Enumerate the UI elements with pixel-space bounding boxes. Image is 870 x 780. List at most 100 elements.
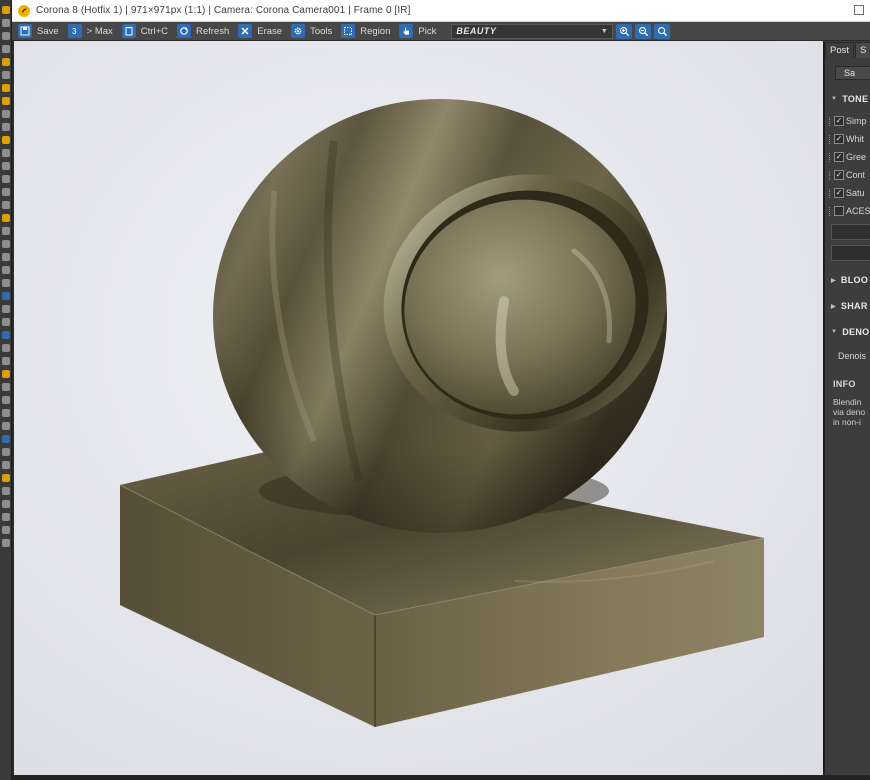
zoom-fit-button[interactable] <box>654 23 671 39</box>
snap-tool-icon[interactable] <box>1 175 10 183</box>
curve-editor-icon[interactable] <box>1 253 10 261</box>
align-tool-icon[interactable] <box>1 201 10 209</box>
orbit-icon[interactable] <box>1 409 10 417</box>
render-pass-dropdown[interactable]: BEAUTY ▼ <box>451 23 614 39</box>
tone-option-row[interactable]: ✓ Simp <box>829 112 870 130</box>
layer-icon[interactable] <box>1 279 10 287</box>
erase-button[interactable]: Erase <box>236 23 287 40</box>
helper-tool-icon[interactable] <box>1 84 10 92</box>
motion-tool-icon[interactable] <box>1 45 10 53</box>
drag-handle-icon[interactable] <box>829 134 832 144</box>
copy-clipboard-label: Ctrl+C <box>140 25 168 37</box>
tone-operator-field[interactable] <box>831 245 870 261</box>
save-preset-button[interactable]: Sa <box>835 66 870 80</box>
hand-pointer-icon <box>399 24 414 38</box>
refresh-label: Refresh <box>195 25 230 37</box>
info-line: via deno <box>833 407 866 417</box>
populate-icon[interactable] <box>1 357 10 365</box>
system-tool-icon[interactable] <box>1 110 10 118</box>
field-of-view-icon[interactable] <box>1 448 10 456</box>
tone-mapping-header[interactable]: ▼ TONE <box>831 92 870 106</box>
denoising-header[interactable]: ▼ DENO <box>831 325 870 339</box>
graphite-icon[interactable] <box>1 305 10 313</box>
save-button[interactable]: Save <box>16 23 64 40</box>
region-button[interactable]: Region <box>339 23 395 40</box>
scale-tool-icon[interactable] <box>1 162 10 170</box>
end-icon[interactable] <box>1 526 10 534</box>
triangle-down-icon: ▼ <box>831 329 838 335</box>
rendered-image <box>14 41 823 775</box>
drag-handle-icon[interactable] <box>829 152 832 162</box>
tone-operator-field[interactable] <box>831 224 870 240</box>
render-frame-icon[interactable] <box>1 240 10 248</box>
tone-option-row[interactable]: ACES <box>829 202 870 220</box>
mirror-tool-icon[interactable] <box>1 188 10 196</box>
tone-option-row[interactable]: ✓ Whit <box>829 130 870 148</box>
sharpen-blur-header[interactable]: ▶ SHAR <box>831 299 870 313</box>
drag-handle-icon[interactable] <box>829 116 832 126</box>
drag-handle-icon[interactable] <box>829 206 832 216</box>
pick-button[interactable]: Pick <box>397 23 441 40</box>
floppy-disk-icon <box>18 24 32 38</box>
modify-tool-icon[interactable] <box>1 19 10 27</box>
tone-option-row[interactable]: ✓ Cont <box>829 166 870 184</box>
drag-handle-icon[interactable] <box>829 170 832 180</box>
tone-option-row[interactable]: ✓ Satu <box>829 184 870 202</box>
vfb-title-bar: Corona 8 (Hotfix 1) | 971×971px (1:1) | … <box>12 0 870 22</box>
tab-post[interactable]: Post <box>825 42 855 58</box>
object-paint-icon[interactable] <box>1 344 10 352</box>
tone-option-row[interactable]: ✓ Gree <box>829 148 870 166</box>
time-config-icon[interactable] <box>1 383 10 391</box>
selection-icon[interactable] <box>1 331 10 339</box>
checkbox-checked[interactable]: ✓ <box>834 188 844 198</box>
autokey-icon[interactable] <box>1 474 10 482</box>
panel-tabs: Post S <box>825 42 870 58</box>
info-text-block: Blendin via deno in non-i <box>825 397 870 427</box>
copy-clipboard-button[interactable]: Ctrl+C <box>120 23 173 40</box>
select-tool-icon[interactable] <box>1 123 10 131</box>
zoom-extents-icon[interactable] <box>1 435 10 443</box>
keyframe-icon[interactable] <box>1 370 10 378</box>
info-line: in non-i <box>833 417 861 427</box>
checkbox-unchecked[interactable] <box>834 206 844 216</box>
tone-option-label: Gree <box>846 152 867 162</box>
maximize-window-button[interactable] <box>854 5 864 15</box>
checkbox-checked[interactable]: ✓ <box>834 152 844 162</box>
max-command-strip <box>0 0 12 780</box>
camera-tool-icon[interactable] <box>1 71 10 79</box>
render-viewport[interactable] <box>14 41 824 775</box>
play-icon[interactable] <box>1 500 10 508</box>
maximize-viewport-icon[interactable] <box>1 461 10 469</box>
isolate-icon[interactable] <box>1 539 10 547</box>
refresh-button[interactable]: Refresh <box>175 23 234 40</box>
bloom-glare-header[interactable]: ▶ BLOO <box>831 273 870 287</box>
render-setup-icon[interactable] <box>1 227 10 235</box>
setkey-icon[interactable] <box>1 487 10 495</box>
checkbox-checked[interactable]: ✓ <box>834 170 844 180</box>
material-tool-icon[interactable] <box>1 214 10 222</box>
freeform-icon[interactable] <box>1 318 10 326</box>
checkbox-checked[interactable]: ✓ <box>834 116 844 126</box>
drag-handle-icon[interactable] <box>829 188 832 198</box>
spacewarp-tool-icon[interactable] <box>1 97 10 105</box>
schematic-icon[interactable] <box>1 266 10 274</box>
move-tool-icon[interactable] <box>1 136 10 144</box>
viewport-nav-icon[interactable] <box>1 396 10 404</box>
checkbox-checked[interactable]: ✓ <box>834 134 844 144</box>
tools-button[interactable]: Tools <box>289 23 337 40</box>
next-frame-icon[interactable] <box>1 513 10 521</box>
vfb-toolbar: Save 3 > Max Ctrl+C Refresh Erase Tools <box>12 22 870 41</box>
scene-explorer-icon[interactable] <box>1 292 10 300</box>
rotate-tool-icon[interactable] <box>1 149 10 157</box>
tone-option-label: Cont <box>846 170 866 180</box>
light-tool-icon[interactable] <box>1 58 10 66</box>
hierarchy-tool-icon[interactable] <box>1 32 10 40</box>
pan-icon[interactable] <box>1 422 10 430</box>
svg-text:3: 3 <box>72 27 77 36</box>
post-settings-panel: Post S Sa ▼ TONE ✓ Simp ✓ Whit ✓ Gree ✓ … <box>824 41 870 775</box>
zoom-in-button[interactable] <box>616 23 633 39</box>
zoom-out-button[interactable] <box>635 23 652 39</box>
create-tool-icon[interactable] <box>1 6 10 14</box>
tab-second[interactable]: S <box>855 42 870 58</box>
copy-to-max-button[interactable]: 3 > Max <box>66 23 118 40</box>
